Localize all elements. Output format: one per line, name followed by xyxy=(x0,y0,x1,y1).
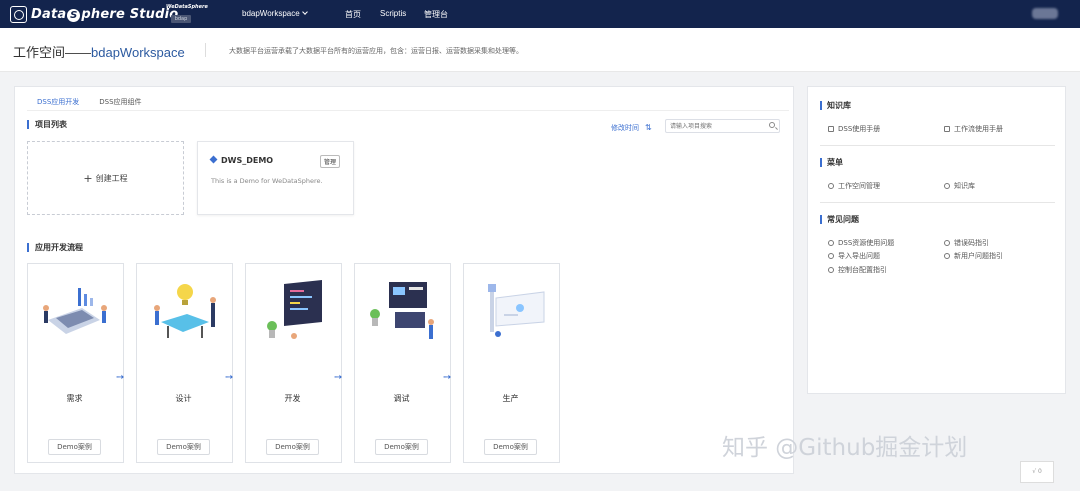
flow-arrow-icon: ➙ xyxy=(334,372,343,383)
project-description: This is a Demo for WeDataSphere. xyxy=(211,177,323,185)
tab-dss-app-dev[interactable]: DSS应用开发 xyxy=(27,95,90,111)
flow-card-debug xyxy=(354,263,451,463)
link-knowledge-base[interactable]: 知识库 xyxy=(944,181,975,191)
nav-scriptis[interactable]: Scriptis xyxy=(380,9,406,18)
flow-label-development: 开发 xyxy=(284,394,301,403)
flow-label-debug: 调试 xyxy=(393,394,410,403)
link-workspace-manage[interactable]: 工作空间管理 xyxy=(828,181,880,191)
flow-arrow-icon: ➙ xyxy=(443,372,452,383)
create-project-label: 创建工程 xyxy=(95,173,128,183)
project-cube-icon xyxy=(209,155,218,164)
flow-card-development xyxy=(245,263,342,463)
link-faq-resource[interactable]: DSS资源使用问题 xyxy=(828,238,894,248)
user-avatar[interactable] xyxy=(1032,8,1058,19)
corner-widget[interactable]: √ 0 xyxy=(1020,461,1054,483)
tab-bar: DSS应用开发 DSS应用组件 xyxy=(27,95,152,111)
requirement-illustration-icon xyxy=(43,288,107,334)
page-title: 工作空间——bdapWorkspace xyxy=(13,45,185,60)
top-navbar: Data Sphere Studio WeDataSphere bdap bdap… xyxy=(0,0,1080,28)
side-panel: 知识库 DSS使用手册 工作流使用手册 菜单 工作空间管理 知识库 常见问题 D… xyxy=(807,86,1066,394)
side-divider xyxy=(820,145,1055,146)
sort-by-modified-time[interactable]: 修改时间 xyxy=(611,123,639,133)
production-illustration-icon xyxy=(488,284,545,337)
menu-title: 菜单 xyxy=(820,158,843,167)
plus-icon: + xyxy=(83,171,93,185)
development-illustration-icon xyxy=(267,280,322,339)
info-icon xyxy=(828,253,834,259)
flow-arrow-icon: ➙ xyxy=(116,372,125,383)
project-card[interactable]: DWS_DEMO 管理 This is a Demo for WeDataSph… xyxy=(197,141,354,215)
design-illustration-icon xyxy=(154,284,216,338)
logo-icon xyxy=(10,5,27,23)
debug-illustration-icon xyxy=(370,282,434,339)
document-icon xyxy=(828,126,834,132)
logo-badge: bdap xyxy=(171,15,191,23)
flow-label-requirement: 需求 xyxy=(66,394,83,403)
demo-button-requirement[interactable]: Demo案例 xyxy=(48,439,101,455)
project-search-input[interactable] xyxy=(666,120,761,132)
info-icon xyxy=(944,240,950,246)
tab-dss-app-components[interactable]: DSS应用组件 xyxy=(89,95,151,111)
watermark: 知乎 @Github掘金计划 xyxy=(722,435,968,461)
nav-home[interactable]: 首页 xyxy=(345,9,361,20)
demo-button-debug[interactable]: Demo案例 xyxy=(375,439,428,455)
link-faq-import-export[interactable]: 导入导出问题 xyxy=(828,251,880,261)
flow-card-requirement xyxy=(27,263,124,463)
menu-item-icon xyxy=(944,183,950,189)
link-workflow-manual[interactable]: 工作流使用手册 xyxy=(944,124,1003,134)
info-icon xyxy=(944,253,950,259)
link-dss-manual[interactable]: DSS使用手册 xyxy=(828,124,880,134)
document-icon xyxy=(944,126,950,132)
demo-button-development[interactable]: Demo案例 xyxy=(266,439,319,455)
demo-button-production[interactable]: Demo案例 xyxy=(484,439,537,455)
page-header: 工作空间——bdapWorkspace 大数据平台运营承载了大数据平台所有的运营… xyxy=(0,28,1080,72)
side-divider xyxy=(820,202,1055,203)
flow-card-production xyxy=(463,263,560,463)
project-search[interactable] xyxy=(665,119,780,133)
flow-label-production: 生产 xyxy=(502,394,519,403)
page-description: 大数据平台运营承载了大数据平台所有的运营应用，包含：运营日报、运营数据采集和处理… xyxy=(229,47,523,55)
project-manage-button[interactable]: 管理 xyxy=(320,155,341,168)
flow-arrow-icon: ➙ xyxy=(225,372,234,383)
tabs-underline xyxy=(27,110,789,111)
info-icon xyxy=(828,267,834,273)
app-flow-title: 应用开发流程 xyxy=(27,243,83,252)
flow-label-design: 设计 xyxy=(175,394,192,403)
nav-console[interactable]: 管理台 xyxy=(424,9,448,20)
main-panel: DSS应用开发 DSS应用组件 项目列表 修改时间 ⇅ + 创建工程 DWS_D… xyxy=(14,86,794,474)
logo-subtext: WeDataSphere xyxy=(166,4,208,10)
project-list-title: 项目列表 xyxy=(27,120,67,129)
logo-text: Data Sphere Studio xyxy=(31,6,179,22)
flow-card-design xyxy=(136,263,233,463)
link-faq-new-user[interactable]: 新用户问题指引 xyxy=(944,251,1003,261)
chevron-down-icon xyxy=(301,9,308,15)
project-name: DWS_DEMO xyxy=(209,155,273,165)
sort-icon[interactable]: ⇅ xyxy=(645,123,652,132)
info-icon xyxy=(828,240,834,246)
faq-title: 常见问题 xyxy=(820,215,859,224)
link-faq-console-config[interactable]: 控制台配置指引 xyxy=(828,265,887,275)
demo-button-design[interactable]: Demo案例 xyxy=(157,439,210,455)
search-icon[interactable] xyxy=(769,122,775,128)
create-project-card[interactable]: + 创建工程 xyxy=(27,141,184,215)
workspace-select[interactable]: bdapWorkspace xyxy=(242,9,308,18)
knowledge-title: 知识库 xyxy=(820,101,851,110)
link-faq-error-code[interactable]: 错误码指引 xyxy=(944,238,989,248)
header-divider xyxy=(205,43,206,57)
menu-item-icon xyxy=(828,183,834,189)
logo[interactable]: Data Sphere Studio xyxy=(10,5,178,23)
